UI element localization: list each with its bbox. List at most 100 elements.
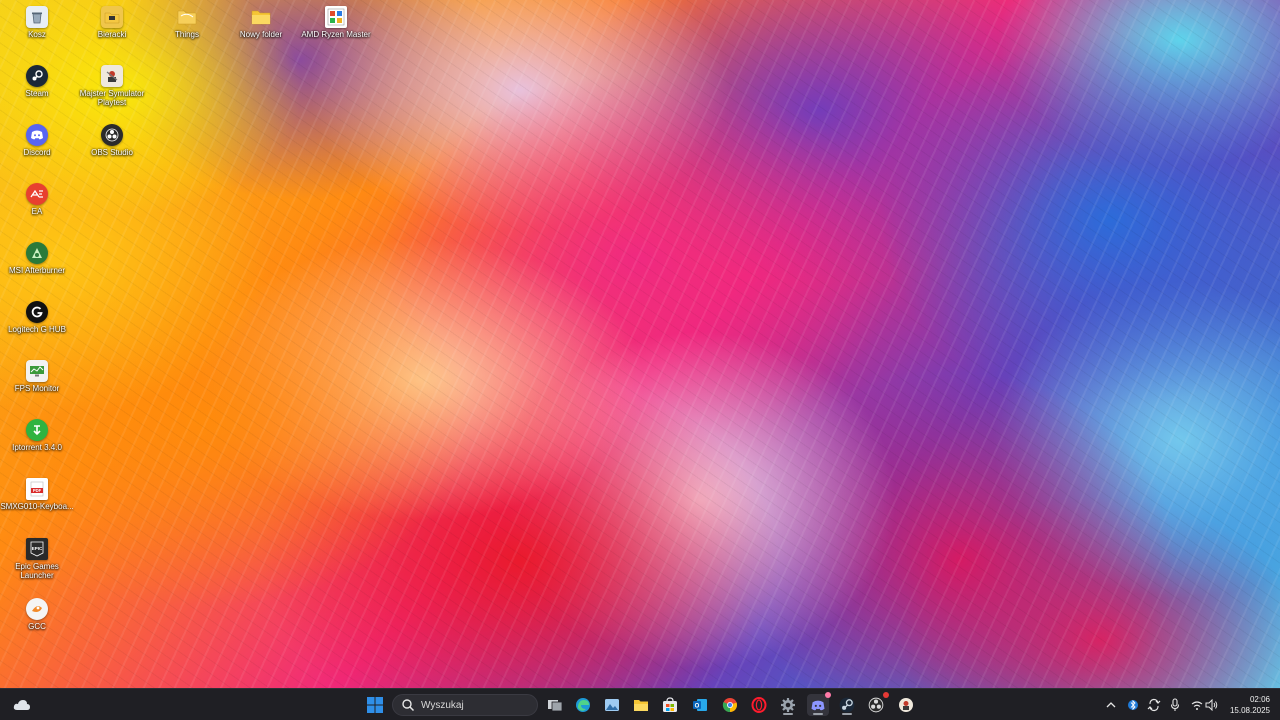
- photos-icon: [605, 699, 619, 711]
- file-explorer-icon: [634, 700, 648, 711]
- wallpaper-texture: [0, 0, 1280, 688]
- desktop-icon-pdf-file[interactable]: PDF SMXG010-Keyboa...: [0, 478, 74, 511]
- running-indicator: [813, 713, 823, 715]
- desktop-icon-steam[interactable]: Steam: [0, 65, 74, 98]
- folder-icon: [101, 6, 123, 28]
- taskbar-search[interactable]: [392, 694, 538, 716]
- taskbar-app-store[interactable]: [659, 694, 681, 716]
- recording-badge: [883, 692, 889, 698]
- svg-text:EPIC: EPIC: [32, 546, 43, 551]
- desktop-icon-label: FPS Monitor: [14, 384, 60, 393]
- desktop-icon-logitech-ghub[interactable]: Logitech G HUB: [0, 301, 74, 334]
- desktop-icon-gcc[interactable]: GCC: [0, 598, 74, 631]
- svg-text:O: O: [695, 704, 700, 710]
- desktop-icon-label: Nowy folder: [239, 30, 283, 39]
- steam-icon: [839, 697, 855, 713]
- desktop-icon-things[interactable]: Things: [150, 6, 224, 39]
- desktop-icon-nowy-folder[interactable]: Nowy folder: [224, 6, 298, 39]
- logitech-ghub-icon: [26, 301, 48, 323]
- folder-icon: [250, 6, 272, 28]
- desktop-icon-label: GCC: [28, 622, 46, 631]
- epic-games-icon: EPIC: [26, 538, 48, 560]
- desktop-icon-majster-symulator[interactable]: Majster Symulator Playtest: [75, 65, 149, 107]
- desktop-icon-label: Discord: [23, 148, 51, 157]
- tray-microphone[interactable]: [1168, 697, 1182, 713]
- desktop-icon-bieracki[interactable]: Bieracki: [75, 6, 149, 39]
- taskbar-app-chrome[interactable]: [719, 694, 741, 716]
- show-hidden-icons-button[interactable]: [1104, 697, 1118, 713]
- taskbar-app-steam[interactable]: [836, 694, 858, 716]
- desktop-icon-label: Kosz: [28, 30, 46, 39]
- widgets-button[interactable]: [12, 695, 32, 715]
- taskbar-app-edge[interactable]: [572, 694, 594, 716]
- torrent-icon: [26, 419, 48, 441]
- discord-icon: [26, 124, 48, 146]
- clock-time: 02:06: [1249, 695, 1270, 704]
- bluetooth-icon: [1128, 699, 1138, 711]
- desktop-icon-epic-games[interactable]: EPIC Epic Games Launcher: [0, 538, 74, 580]
- pdf-file-icon: PDF: [26, 478, 48, 500]
- obs-icon: [868, 697, 884, 713]
- settings-icon: [781, 698, 795, 712]
- discord-icon: [811, 700, 825, 710]
- fps-monitor-icon: [26, 360, 48, 382]
- desktop-icon-torrent[interactable]: Iptorrent 3.4.0: [0, 419, 74, 452]
- desktop-icon-label: SMXG010-Keyboa...: [0, 502, 74, 511]
- desktop-icon-label: MSI Afterburner: [8, 266, 66, 275]
- taskbar-app-photos[interactable]: [601, 694, 623, 716]
- microphone-icon: [1170, 698, 1180, 711]
- desktop-icon-label: Logitech G HUB: [8, 325, 66, 334]
- taskbar-app-settings[interactable]: [777, 694, 799, 716]
- taskbar-app-game[interactable]: [895, 694, 917, 716]
- desktop-icon-label: Iptorrent 3.4.0: [12, 443, 62, 452]
- steam-icon: [26, 65, 48, 87]
- tray-sync[interactable]: [1147, 697, 1161, 713]
- obs-icon: [101, 124, 123, 146]
- taskbar-app-file-explorer[interactable]: [630, 694, 652, 716]
- chevron-up-icon: [1106, 702, 1116, 708]
- taskbar-app-obs[interactable]: [865, 692, 889, 716]
- outlook-icon: O: [693, 699, 707, 711]
- amd-ryzen-master-icon: [325, 6, 347, 28]
- desktop-icon-amd-ryzen-master[interactable]: AMD Ryzen Master: [299, 6, 373, 39]
- desktop-icon-label: Steam: [25, 89, 49, 98]
- sync-icon: [1147, 698, 1161, 712]
- running-indicator: [783, 713, 793, 715]
- desktop-icon-label: Epic Games Launcher: [15, 562, 59, 580]
- ea-icon: [26, 183, 48, 205]
- desktop-icon-label: Majster Symulator Playtest: [79, 89, 145, 107]
- desktop-icon-recycle-bin[interactable]: Kosz: [0, 6, 74, 39]
- tray-bluetooth[interactable]: [1126, 697, 1140, 713]
- desktop-icon-ea[interactable]: EA: [0, 183, 74, 216]
- desktop-wallpaper: [0, 0, 1280, 688]
- wifi-icon: [1191, 701, 1203, 710]
- taskbar: O 02:06: [0, 688, 1280, 720]
- folder-icon: [176, 6, 198, 28]
- taskbar-clock[interactable]: 02:06 15.08.2025: [1216, 694, 1270, 716]
- taskbar-app-opera[interactable]: [748, 694, 770, 716]
- gcc-app-icon: [26, 598, 48, 620]
- desktop-icon-fps-monitor[interactable]: FPS Monitor: [0, 360, 74, 393]
- taskbar-app-discord[interactable]: [807, 692, 831, 716]
- chrome-icon: [722, 698, 737, 713]
- msi-afterburner-icon: [26, 242, 48, 264]
- desktop-icon-msi-afterburner[interactable]: MSI Afterburner: [0, 242, 74, 275]
- search-input[interactable]: [421, 699, 531, 711]
- store-icon: [663, 697, 677, 712]
- start-button[interactable]: [364, 694, 386, 716]
- task-view-button[interactable]: [544, 694, 566, 716]
- desktop-icon-label: OBS Studio: [91, 148, 133, 157]
- taskbar-app-outlook[interactable]: O: [689, 694, 711, 716]
- opera-icon: [751, 697, 767, 713]
- svg-text:PDF: PDF: [33, 488, 42, 493]
- task-view-icon: [548, 700, 563, 712]
- search-icon: [402, 699, 415, 712]
- tray-network[interactable]: [1190, 697, 1204, 713]
- desktop-icon-label: Bieracki: [97, 30, 127, 39]
- desktop-icon-label: AMD Ryzen Master: [301, 30, 371, 39]
- desktop-icon-discord[interactable]: Discord: [0, 124, 74, 157]
- game-icon: [101, 65, 123, 87]
- recycle-bin-icon: [26, 6, 48, 28]
- desktop-icon-obs-studio[interactable]: OBS Studio: [75, 124, 149, 157]
- edge-icon: [576, 698, 590, 712]
